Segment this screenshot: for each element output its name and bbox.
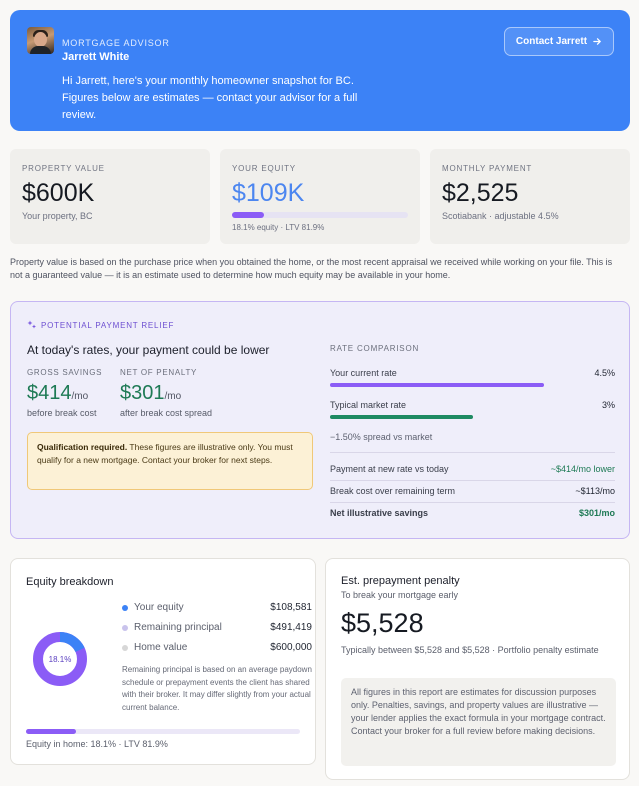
net-penalty-label: NET OF PENALTY [120,368,198,377]
market-rate-bar [330,415,473,419]
relief-tag-label: POTENTIAL PAYMENT RELIEF [41,320,175,330]
equity-label: YOUR EQUITY [232,164,296,173]
equity-breakdown-card: Equity breakdown 18.1% Your equity $108,5… [10,558,316,765]
equity-home-bar-fill [26,729,76,734]
arrow-right-icon [593,38,602,45]
gross-savings-note: before break cost [27,408,97,418]
prepayment-value: $5,528 [341,608,424,638]
prepayment-title: Est. prepayment penalty [341,575,460,587]
prepayment-range: Typically between $5,528 and $5,528 · Po… [341,645,599,655]
legend-dot [122,644,128,651]
net-savings-row: Net illustrative savings $301/mo [330,508,615,518]
advisor-avatar [27,27,54,54]
property-value-card: PROPERTY VALUE $600K Your property, BC [10,149,210,244]
divider [330,480,615,481]
net-savings-note: after break cost spread [120,408,213,418]
property-value-sub: Your property, BC [22,211,93,221]
qualification-notice: Qualification required. These figures ar… [27,432,313,490]
gross-savings-value: $414/mo [27,382,89,404]
equity-donut-chart: 18.1% [33,632,87,686]
monthly-payment-label: MONTHLY PAYMENT [442,164,533,173]
equity-breakdown-note: Remaining principal is based on an avera… [122,665,312,712]
equity-card: YOUR EQUITY $109K 18.1% equity · LTV 81.… [220,149,420,244]
legend-dot [122,624,128,631]
divider [330,452,615,453]
net-savings-value: $301/mo [120,382,182,404]
legend-your-equity: Your equity $108,581 [122,602,312,613]
equity-value: $109K [232,179,305,207]
legend-dot [122,604,128,611]
contact-advisor-button[interactable]: Contact Jarrett [504,27,614,56]
monthly-payment-value: $2,525 [442,179,519,207]
legend-remaining-principal: Remaining principal $491,419 [122,622,312,633]
equity-breakdown-title: Equity breakdown [26,576,114,588]
monthly-payment-card: MONTHLY PAYMENT $2,525 Scotiabank · adju… [430,149,630,244]
current-rate-bar [330,383,544,387]
prepayment-penalty-card: Est. prepayment penalty To break your mo… [325,558,630,780]
donut-center-label: 18.1% [49,655,72,664]
divider [330,502,615,503]
legend-home-value: Home value $600,000 [122,642,312,653]
advisor-role: MORTGAGE ADVISOR [62,38,170,48]
prepayment-disclaimer: All figures in this report are estimates… [341,678,616,766]
advisor-name: Jarrett White [62,51,130,63]
break-cost-row: Break cost over remaining term ~$113/mo [330,486,615,496]
sparkle-icon [27,320,36,329]
equity-progress-bar [232,212,408,218]
gross-savings-label: GROSS SAVINGS [27,368,103,377]
property-value-disclaimer: Property value is based on the purchase … [10,257,613,280]
payment-diff-row: Payment at new rate vs today ~$414/mo low… [330,464,615,474]
rate-comparison-label: RATE COMPARISON [330,344,420,353]
relief-headline: At today's rates, your payment could be … [27,343,270,357]
equity-home-bar [26,729,300,734]
relief-tag: POTENTIAL PAYMENT RELIEF [27,320,174,330]
advisor-banner: MORTGAGE ADVISOR Jarrett White Contact J… [10,10,630,131]
current-rate-row: Your current rate 4.5% [330,368,615,378]
equity-sub: 18.1% equity · LTV 81.9% [232,223,325,232]
prepayment-subtitle: To break your mortgage early [341,590,459,600]
spread-note: −1.50% spread vs market [330,432,433,442]
equity-progress-fill [232,212,264,218]
payment-relief-panel: POTENTIAL PAYMENT RELIEF At today's rate… [10,301,630,539]
property-value: $600K [22,179,95,207]
property-value-label: PROPERTY VALUE [22,164,105,173]
monthly-payment-sub: Scotiabank · adjustable 4.5% [442,211,559,221]
contact-button-label: Contact Jarrett [515,36,588,47]
greeting-text: Hi Jarrett, here's your monthly homeowne… [62,75,358,121]
equity-footer: Equity in home: 18.1% · LTV 81.9% [26,739,168,749]
market-rate-row: Typical market rate 3% [330,400,615,410]
